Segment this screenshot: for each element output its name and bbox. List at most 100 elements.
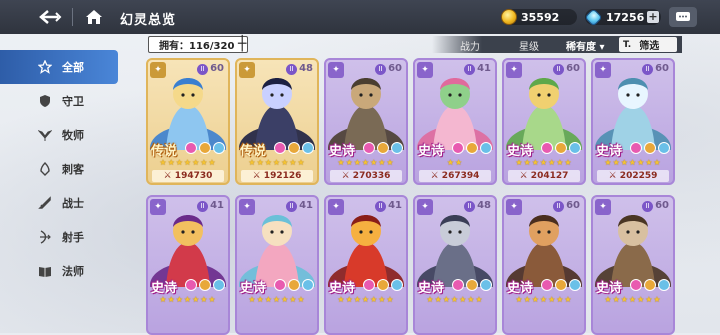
skill-icon <box>363 142 375 154</box>
filter-bar: 拥有：116/320 ┼ 战力 星级 稀有度 ▾ T. 筛选 <box>142 36 682 54</box>
skill-icons <box>541 279 581 291</box>
skill-icon <box>466 279 478 291</box>
hero-level: 60 <box>388 63 402 74</box>
expand-capacity-button[interactable]: ┼ <box>238 37 250 51</box>
skill-icon <box>302 279 314 291</box>
hero-card[interactable]: ✦ II 60 史诗 ★★★★★★★ <box>591 195 675 335</box>
gem-icon <box>584 7 603 27</box>
faction-icon: ✦ <box>506 62 522 78</box>
combat-power: ⚔ 270336 <box>330 170 402 182</box>
skill-icon <box>185 279 197 291</box>
hero-level: 41 <box>299 200 313 211</box>
sidebar-item-priest[interactable]: 牧师 <box>0 118 124 152</box>
sidebar-label: 守卫 <box>62 95 84 108</box>
sidebar-item-mage[interactable]: 法师 <box>0 254 124 288</box>
sidebar-item-archer[interactable]: 射手 <box>0 220 124 254</box>
rarity-label: 史诗 <box>596 281 623 296</box>
star-rating: ★★★★★★★ <box>604 295 662 304</box>
skill-icon <box>377 279 389 291</box>
sidebar-label: 刺客 <box>62 163 84 176</box>
sidebar-item-guard[interactable]: 守卫 <box>0 84 124 118</box>
add-gems-button[interactable]: + <box>647 11 659 23</box>
book-icon <box>39 267 51 277</box>
rarity-label: 史诗 <box>596 144 623 159</box>
sidebar-item-warrior[interactable]: 战士 <box>0 186 124 220</box>
hero-card[interactable]: ✦ II 41 史诗 ★★★★★★★ <box>146 195 230 335</box>
hero-card[interactable]: ✦ II 60 史诗 ★★★★★★★ ⚔ 204127 <box>502 58 586 185</box>
star-rating: ★★ <box>446 158 464 167</box>
faction-icon: ✦ <box>150 62 166 78</box>
star-rating: ★★★★★★★ <box>604 158 662 167</box>
filter-label: 筛选 <box>639 41 660 52</box>
filter-button[interactable]: T. 筛选 <box>619 37 677 52</box>
rarity-label: 史诗 <box>329 144 356 159</box>
chat-button[interactable] <box>669 7 697 27</box>
sort-by-rarity[interactable]: 稀有度 ▾ <box>566 38 605 53</box>
sort-by-star[interactable]: 星级 <box>519 38 539 53</box>
dagger-icon <box>40 162 50 176</box>
gem-amount: 17256 <box>606 10 645 24</box>
sidebar-label: 战士 <box>62 197 84 210</box>
skill-icon <box>391 142 403 154</box>
skill-icon <box>569 142 581 154</box>
hero-card[interactable]: ✦ II 60 史诗 ★★★★★★★ <box>502 195 586 335</box>
sidebar-label: 射手 <box>62 231 84 244</box>
skill-icon <box>541 279 553 291</box>
rarity-label: 史诗 <box>240 281 267 296</box>
rarity-label: 史诗 <box>418 144 445 159</box>
skill-icon <box>288 279 300 291</box>
star-rating: ★★★★★★★ <box>515 295 573 304</box>
skill-icon <box>302 142 314 154</box>
shield-icon <box>40 95 50 107</box>
rarity-label: 史诗 <box>151 281 178 296</box>
hero-level: 41 <box>388 200 402 211</box>
rarity-label: 史诗 <box>418 281 445 296</box>
level-icon: II <box>197 201 208 212</box>
sidebar-item-assassin[interactable]: 刺客 <box>0 152 124 186</box>
level-icon: II <box>375 64 386 75</box>
hero-level: 41 <box>477 63 491 74</box>
hero-card[interactable]: ✦ II 60 史诗 ★★★★★★★ ⚔ 270336 <box>324 58 408 185</box>
faction-icon: ✦ <box>150 199 166 215</box>
level-icon: II <box>375 201 386 212</box>
star-rating: ★★★★★★★ <box>159 158 217 167</box>
faction-icon: ✦ <box>239 62 255 78</box>
hero-card[interactable]: ✦ II 60 史诗 ★★★★★★★ ⚔ 202259 <box>591 58 675 185</box>
star-rating: ★★★★★★★ <box>337 158 395 167</box>
star-rating: ★★★★★★★ <box>248 295 306 304</box>
sidebar-label: 法师 <box>62 265 84 278</box>
hero-level: 60 <box>566 200 580 211</box>
skill-icon <box>541 142 553 154</box>
hero-card[interactable]: ✦ II 41 史诗 ★★★★★★★ <box>324 195 408 335</box>
wings-icon <box>38 130 52 141</box>
hero-card[interactable]: ✦ II 48 史诗 ★★★★★★★ <box>413 195 497 335</box>
hero-card[interactable]: ✦ II 41 史诗 ★★ ⚔ 267394 <box>413 58 497 185</box>
top-bar: 幻灵总览 35592 17256 + <box>0 0 720 34</box>
level-icon: II <box>642 64 653 75</box>
skill-icon <box>199 279 211 291</box>
hero-card[interactable]: ✦ II 41 史诗 ★★★★★★★ <box>235 195 319 335</box>
combat-power: ⚔ 192126 <box>241 170 313 182</box>
skill-icon <box>658 279 670 291</box>
home-button[interactable] <box>80 5 108 29</box>
combat-power: ⚔ 202259 <box>597 170 669 182</box>
back-button[interactable] <box>32 5 68 29</box>
faction-icon: ✦ <box>417 62 433 78</box>
owned-count-text: 拥有：116/320 <box>159 41 235 52</box>
hero-card[interactable]: ✦ II 48 传说 ★★★★★★★ ⚔ 192126 <box>235 58 319 185</box>
skill-icon <box>466 142 478 154</box>
skill-icon <box>199 142 211 154</box>
filter-icon: T. <box>623 39 632 50</box>
hero-card[interactable]: ✦ II 60 传说 ★★★★★★★ ⚔ 194730 <box>146 58 230 185</box>
skill-icon <box>658 142 670 154</box>
skill-icons <box>363 279 403 291</box>
rarity-label: 史诗 <box>329 281 356 296</box>
sidebar-item-all[interactable]: 全部 <box>0 50 118 84</box>
skill-icons <box>452 279 492 291</box>
gem-counter: 17256 + <box>584 7 661 27</box>
skill-icon <box>274 279 286 291</box>
sort-by-power[interactable]: 战力 <box>460 38 480 53</box>
level-icon: II <box>286 64 297 75</box>
combat-power: ⚔ 204127 <box>508 170 580 182</box>
level-icon: II <box>553 64 564 75</box>
